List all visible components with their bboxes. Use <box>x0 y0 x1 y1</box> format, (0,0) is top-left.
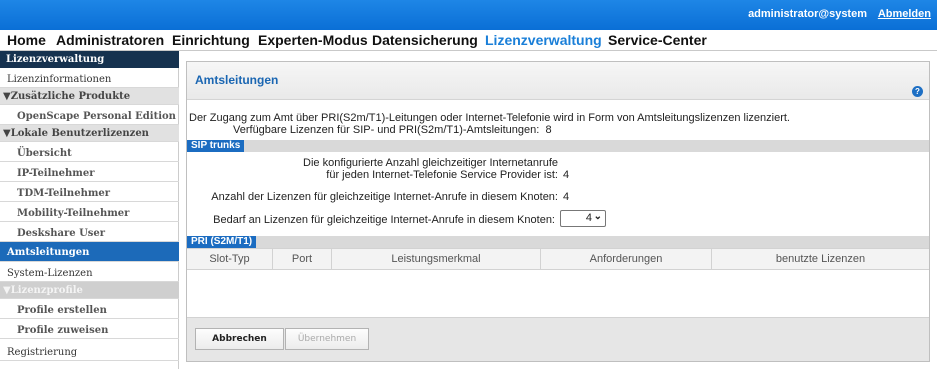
column-header-leistungsmerkmal[interactable]: Leistungsmerkmal <box>332 249 541 269</box>
sidebar-group-zusaetzliche-produkte[interactable]: ▼Zusätzliche Produkte <box>0 88 179 105</box>
node-licenses-value: 4 <box>563 191 570 203</box>
pri-table-header: Slot-Typ Port Leistungsmerkmal Anforderu… <box>187 248 929 270</box>
node-licenses-label: Anzahl der Lizenzen für gleichzeitige In… <box>211 191 558 203</box>
sidebar-item-ip-teilnehmer[interactable]: IP-Teilnehmer <box>0 162 179 182</box>
available-licenses-value: 8 <box>545 124 552 136</box>
sip-trunks-section: SIP trunks <box>187 140 929 152</box>
sidebar-item-profile-erstellen[interactable]: Profile erstellen <box>0 299 179 319</box>
sidebar-item-uebersicht[interactable]: Übersicht <box>0 142 179 162</box>
configured-calls-label-2: für jeden Internet-Telefonie Service Pro… <box>326 169 558 181</box>
demand-select[interactable]: 4 ⌄ <box>560 210 606 227</box>
intro-text: Der Zugang zum Amt über PRI(S2m/T1)-Leit… <box>187 108 929 140</box>
sidebar-item-lizenzinformationen[interactable]: Lizenzinformationen <box>0 68 179 88</box>
pri-section: PRI (S2M/T1) <box>187 236 929 248</box>
chevron-down-icon: ⌄ <box>593 211 602 222</box>
column-header-anforderungen[interactable]: Anforderungen <box>541 249 712 269</box>
sidebar-item-deskshare-user[interactable]: Deskshare User <box>0 222 179 242</box>
sidebar-item-system-lizenzen[interactable]: System-Lizenzen <box>0 262 179 282</box>
available-licenses-label: Verfügbare Lizenzen für SIP- und PRI(S2m… <box>233 124 552 136</box>
help-icon[interactable]: ? <box>912 86 923 97</box>
apply-button[interactable]: Übernehmen <box>285 328 369 350</box>
column-header-benutzte-lizenzen[interactable]: benutzte Lizenzen <box>712 249 929 269</box>
nav-einrichtung[interactable]: Einrichtung <box>172 32 250 48</box>
nav-lizenzverwaltung[interactable]: Lizenzverwaltung <box>485 32 602 48</box>
configured-calls-label-1: Die konfigurierte Anzahl gleichzeitiger … <box>303 157 558 169</box>
nav-datensicherung[interactable]: Datensicherung <box>372 32 478 48</box>
sidebar-item-mobility-teilnehmer[interactable]: Mobility-Teilnehmer <box>0 202 179 222</box>
button-bar: Abbrechen Übernehmen <box>187 318 929 361</box>
nav-administratoren[interactable]: Administratoren <box>56 32 164 48</box>
pri-table-body <box>187 270 929 318</box>
available-licenses-text: Verfügbare Lizenzen für SIP- und PRI(S2m… <box>233 124 540 136</box>
sidebar-group-lizenzprofile[interactable]: ▼Lizenzprofile <box>0 282 179 299</box>
current-user: administrator@system <box>748 8 867 20</box>
sidebar: Lizenzverwaltung Lizenzinformationen ▼Zu… <box>0 51 179 369</box>
sidebar-item-tdm-teilnehmer[interactable]: TDM-Teilnehmer <box>0 182 179 202</box>
main-nav: Home Administratoren Einrichtung Experte… <box>0 30 937 51</box>
content-panel: Amtsleitungen ? Der Zugang zum Amt über … <box>186 61 930 362</box>
nav-service-center[interactable]: Service-Center <box>608 32 707 48</box>
sidebar-item-profile-zuweisen[interactable]: Profile zuweisen <box>0 319 179 339</box>
demand-select-value: 4 <box>585 212 592 224</box>
nav-home[interactable]: Home <box>7 32 46 48</box>
cancel-button[interactable]: Abbrechen <box>195 328 284 350</box>
sidebar-header[interactable]: Lizenzverwaltung <box>0 51 179 68</box>
configured-calls-value: 4 <box>563 169 570 181</box>
sidebar-group-lokale-benutzerlizenzen[interactable]: ▼Lokale Benutzerlizenzen <box>0 125 179 142</box>
sip-trunks-heading: SIP trunks <box>187 140 245 152</box>
sidebar-item-registrierung[interactable]: Registrierung <box>0 339 179 361</box>
nav-experten-modus[interactable]: Experten-Modus <box>258 32 368 48</box>
pri-heading: PRI (S2M/T1) <box>187 236 257 248</box>
logout-link[interactable]: Abmelden <box>878 8 931 20</box>
intro-line-1: Der Zugang zum Amt über PRI(S2m/T1)-Leit… <box>189 112 790 124</box>
page-title: Amtsleitungen <box>195 73 279 87</box>
sidebar-item-openscape-personal-edition[interactable]: OpenScape Personal Edition <box>0 105 179 125</box>
demand-label: Bedarf an Lizenzen für gleichzeitige Int… <box>213 214 555 226</box>
panel-header: Amtsleitungen ? <box>187 62 929 100</box>
column-header-slot-typ[interactable]: Slot-Typ <box>187 249 273 269</box>
top-bar: administrator@system Abmelden <box>0 0 937 30</box>
column-header-port[interactable]: Port <box>273 249 332 269</box>
sidebar-item-amtsleitungen[interactable]: Amtsleitungen <box>0 242 179 262</box>
